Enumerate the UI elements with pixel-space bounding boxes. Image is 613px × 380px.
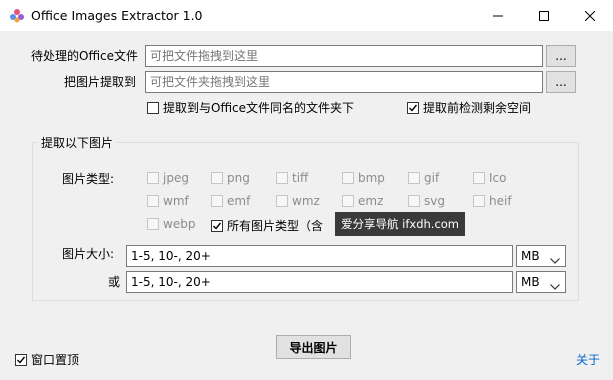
about-link[interactable]: 关于 bbox=[576, 351, 600, 368]
type-label: svg bbox=[424, 194, 445, 208]
same-name-folder-label: 提取到与Office文件同名的文件夹下 bbox=[163, 101, 355, 115]
checkbox-box bbox=[147, 101, 159, 114]
checkbox-box bbox=[147, 218, 159, 230]
maximize-button[interactable] bbox=[521, 0, 567, 31]
size-input-1[interactable]: 1-5, 10-, 20+ bbox=[126, 245, 513, 267]
checkbox-box bbox=[147, 195, 159, 207]
type-label: webp bbox=[163, 217, 196, 231]
type-tiff-checkbox[interactable]: tiff bbox=[276, 171, 308, 185]
minimize-button[interactable] bbox=[475, 0, 521, 31]
type-label: tiff bbox=[292, 171, 309, 185]
type-png-checkbox[interactable]: png bbox=[211, 171, 250, 185]
checkbox-box bbox=[473, 172, 485, 184]
topmost-label: 窗口置顶 bbox=[31, 353, 80, 367]
checkbox-box bbox=[342, 172, 354, 184]
checkbox-box bbox=[276, 195, 288, 207]
close-icon bbox=[585, 10, 595, 21]
type-emz-checkbox[interactable]: emz bbox=[342, 194, 383, 208]
all-types-checkbox[interactable]: 所有图片类型（含 bbox=[211, 217, 323, 234]
type-wmf-checkbox[interactable]: wmf bbox=[147, 194, 189, 208]
flower-logo-icon bbox=[9, 8, 25, 24]
close-button[interactable] bbox=[567, 0, 613, 31]
type-jpeg-checkbox[interactable]: jpeg bbox=[147, 171, 189, 185]
type-label: emf bbox=[227, 194, 251, 208]
title-bar: Office Images Extractor 1.0 bbox=[0, 0, 613, 31]
checkmark-icon bbox=[15, 353, 27, 366]
all-types-label: 所有图片类型（含 bbox=[227, 219, 324, 233]
checkbox-box bbox=[473, 195, 485, 207]
type-label: wmz bbox=[292, 194, 320, 208]
chevron-down-icon bbox=[550, 253, 560, 267]
target-folder-input[interactable]: 可把文件夹拖拽到这里 bbox=[145, 71, 543, 93]
type-gif-checkbox[interactable]: gif bbox=[408, 171, 439, 185]
source-browse-button[interactable]: ... bbox=[546, 45, 576, 67]
type-webp-checkbox[interactable]: webp bbox=[147, 217, 195, 231]
export-button[interactable]: 导出图片 bbox=[276, 335, 351, 359]
type-ico-checkbox[interactable]: Ico bbox=[473, 171, 506, 185]
type-svg-checkbox[interactable]: svg bbox=[408, 194, 445, 208]
maximize-icon bbox=[539, 10, 549, 21]
target-label: 把图片提取到 bbox=[64, 75, 137, 89]
same-name-folder-checkbox[interactable]: 提取到与Office文件同名的文件夹下 bbox=[147, 99, 354, 116]
checkbox-box bbox=[342, 195, 354, 207]
type-label: Ico bbox=[489, 171, 507, 185]
type-label: emz bbox=[358, 194, 384, 208]
source-file-input[interactable]: 可把文件拖拽到这里 bbox=[145, 45, 543, 67]
unit-value: MB bbox=[521, 249, 540, 263]
types-label: 图片类型: bbox=[62, 172, 115, 186]
window-title: Office Images Extractor 1.0 bbox=[31, 8, 203, 23]
checkmark-icon bbox=[211, 219, 223, 232]
type-label: gif bbox=[424, 171, 440, 185]
checkbox-box bbox=[211, 172, 223, 184]
type-emf-checkbox[interactable]: emf bbox=[211, 194, 250, 208]
or-label: 或 bbox=[108, 275, 121, 289]
checkbox-box bbox=[408, 172, 420, 184]
size-label: 图片大小: bbox=[62, 247, 115, 261]
size-unit-select-1[interactable]: MB bbox=[516, 245, 566, 267]
size-input-2[interactable]: 1-5, 10-, 20+ bbox=[126, 271, 513, 293]
checkbox-box bbox=[147, 172, 159, 184]
unit-value: MB bbox=[521, 275, 540, 289]
type-label: heif bbox=[489, 194, 512, 208]
checkbox-box bbox=[211, 195, 223, 207]
checkbox-box bbox=[408, 195, 420, 207]
watermark-overlay: 爱分享导航 ifxdh.com bbox=[335, 212, 465, 236]
check-space-label: 提取前检测剩余空间 bbox=[423, 101, 532, 115]
size-unit-select-2[interactable]: MB bbox=[516, 271, 566, 293]
check-space-checkbox[interactable]: 提取前检测剩余空间 bbox=[407, 99, 531, 116]
type-wmz-checkbox[interactable]: wmz bbox=[276, 194, 320, 208]
source-label: 待处理的Office文件 bbox=[31, 49, 139, 63]
type-label: png bbox=[227, 171, 250, 185]
topmost-checkbox[interactable]: 窗口置顶 bbox=[15, 351, 79, 368]
type-heif-checkbox[interactable]: heif bbox=[473, 194, 512, 208]
checkbox-box bbox=[276, 172, 288, 184]
type-label: wmf bbox=[163, 194, 189, 208]
type-bmp-checkbox[interactable]: bmp bbox=[342, 171, 385, 185]
target-browse-button[interactable]: ... bbox=[546, 71, 576, 93]
type-label: jpeg bbox=[163, 171, 189, 185]
minimize-icon bbox=[493, 11, 503, 21]
group-title: 提取以下图片 bbox=[38, 134, 117, 151]
chevron-down-icon bbox=[550, 279, 560, 293]
checkmark-icon bbox=[407, 101, 419, 114]
type-label: bmp bbox=[358, 171, 385, 185]
